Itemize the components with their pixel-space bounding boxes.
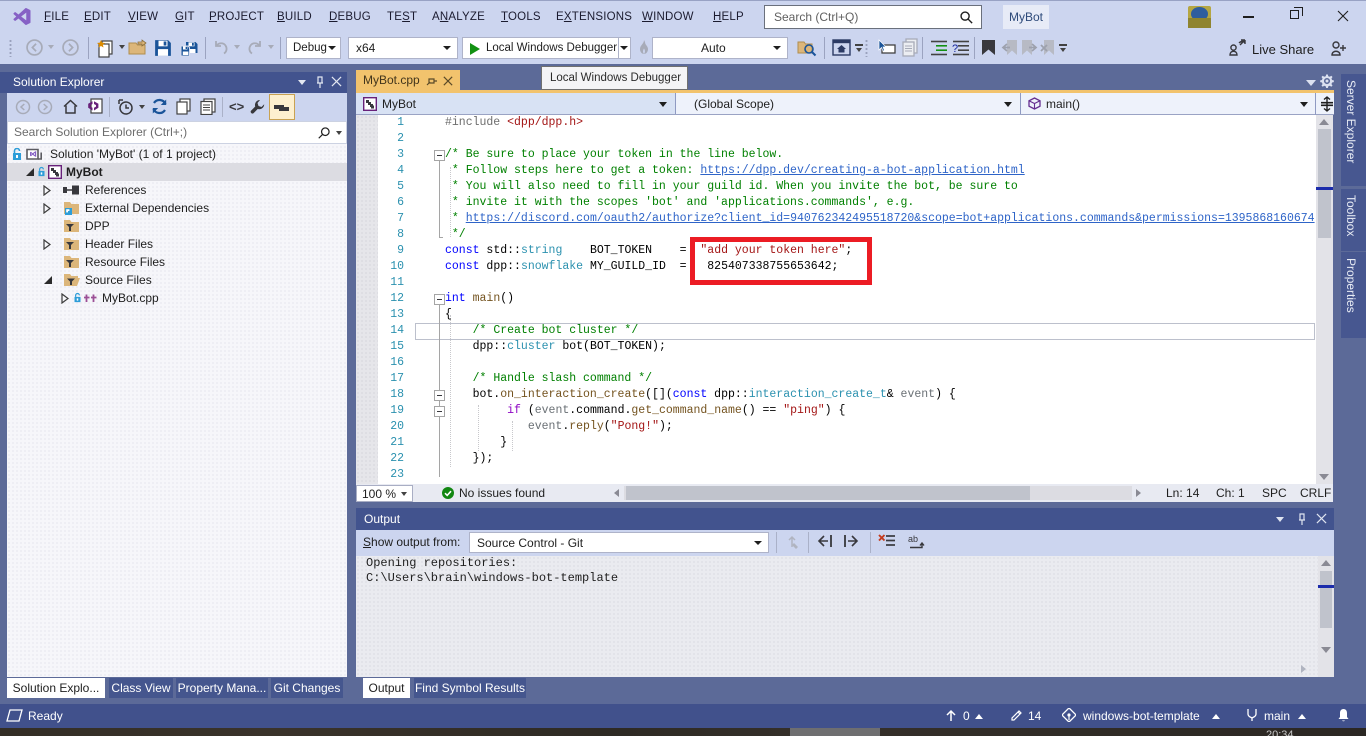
svg-text:?: ? bbox=[952, 43, 958, 55]
svg-text:ab: ab bbox=[908, 534, 918, 544]
